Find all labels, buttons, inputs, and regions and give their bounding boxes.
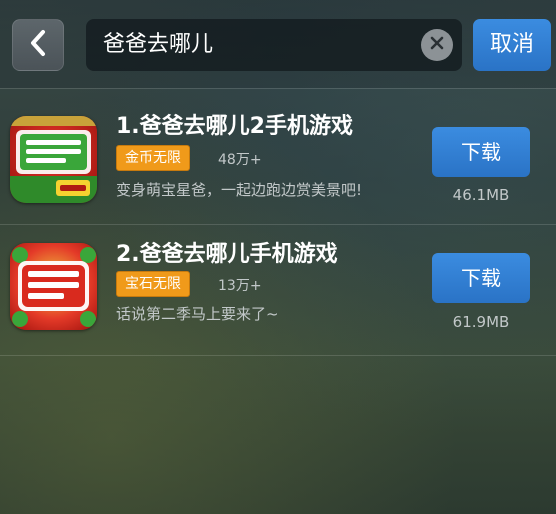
- list-item[interactable]: 1.爸爸去哪儿2手机游戏 金币无限 48万+ 变身萌宝星爸，一起边跑边赏美景吧!…: [0, 89, 556, 219]
- list-item[interactable]: 2.爸爸去哪儿手机游戏 宝石无限 13万+ 话说第二季马上要来了~ 下载 61.…: [0, 225, 556, 355]
- clear-search-button[interactable]: [421, 29, 453, 61]
- search-input-value: 爸爸去哪儿: [103, 32, 214, 57]
- download-count: 48万+: [218, 152, 262, 168]
- game-icon: [10, 116, 97, 203]
- download-count: 13万+: [218, 278, 262, 294]
- app-description: 话说第二季马上要来了~: [116, 305, 279, 323]
- app-title[interactable]: 1.爸爸去哪儿2手机游戏: [116, 108, 353, 140]
- download-button[interactable]: 下载: [432, 253, 530, 303]
- file-size: 46.1MB: [452, 186, 510, 204]
- divider: [0, 355, 556, 356]
- app-icon-1[interactable]: [10, 116, 97, 203]
- clear-circle-icon: [429, 35, 445, 55]
- search-bar: 爸爸去哪儿 取消: [0, 0, 556, 88]
- chevron-left-icon: [27, 29, 49, 61]
- search-input[interactable]: 爸爸去哪儿: [86, 19, 462, 71]
- cheat-badge: 宝石无限: [116, 271, 190, 297]
- file-size: 61.9MB: [452, 313, 510, 331]
- app-icon-2[interactable]: [10, 243, 97, 330]
- cancel-button[interactable]: 取消: [473, 19, 551, 71]
- download-button[interactable]: 下载: [432, 127, 530, 177]
- app-title[interactable]: 2.爸爸去哪儿手机游戏: [116, 236, 338, 268]
- back-button[interactable]: [12, 19, 64, 71]
- cheat-badge: 金币无限: [116, 145, 190, 171]
- game-icon: [10, 243, 97, 330]
- app-description: 变身萌宝星爸，一起边跑边赏美景吧!: [116, 181, 363, 199]
